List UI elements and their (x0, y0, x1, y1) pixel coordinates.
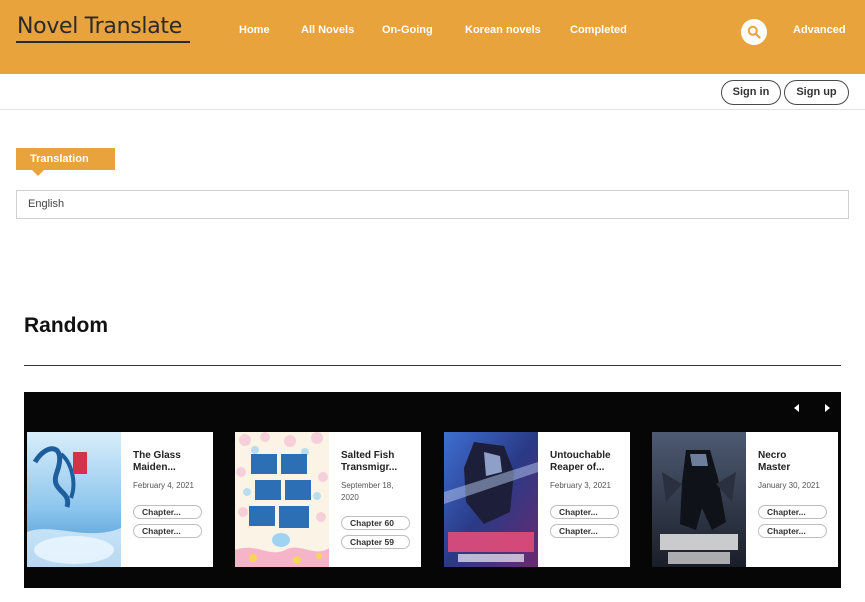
novel-cover-image[interactable] (652, 432, 746, 567)
nav-completed[interactable]: Completed (570, 24, 627, 36)
translation-label-pointer (32, 170, 44, 176)
novel-card[interactable]: Salted Fish Transmigr... September 18, 2… (235, 432, 421, 567)
novel-title[interactable]: The Glass Maiden... (133, 450, 207, 474)
nav-home[interactable]: Home (239, 24, 270, 36)
caret-right-icon (825, 404, 830, 412)
novel-date: February 4, 2021 (133, 481, 194, 490)
novel-date: September 18, 2020 (341, 481, 394, 502)
translation-label: Translation (16, 148, 115, 170)
random-novels-slider: The Glass Maiden... February 4, 2021 Cha… (24, 392, 841, 588)
chapter-link[interactable]: Chapter... (550, 524, 619, 538)
chapter-link[interactable]: Chapter 60 (341, 516, 410, 530)
novel-card[interactable]: Untouchable Reaper of... February 3, 202… (444, 432, 630, 567)
nav-korean-novels[interactable]: Korean novels (465, 24, 541, 36)
random-section-title: Random (24, 314, 108, 337)
search-icon (747, 25, 761, 39)
novel-cover-image[interactable] (444, 432, 538, 567)
chapter-link[interactable]: Chapter... (550, 505, 619, 519)
chapter-link[interactable]: Chapter... (758, 524, 827, 538)
advanced-search-link[interactable]: Advanced (793, 24, 846, 36)
slider-prev-button[interactable] (790, 401, 804, 415)
novel-date: February 3, 2021 (550, 481, 611, 490)
caret-left-icon (794, 404, 799, 412)
novel-cover-image[interactable] (235, 432, 329, 567)
novel-title[interactable]: Necro Master (758, 450, 832, 474)
sign-in-button[interactable]: Sign in (721, 80, 781, 105)
sign-up-button[interactable]: Sign up (784, 80, 849, 105)
language-select[interactable]: English (16, 190, 849, 219)
user-bar: Sign in Sign up (0, 74, 865, 110)
novel-cover-image[interactable] (27, 432, 121, 567)
novel-card[interactable]: The Glass Maiden... February 4, 2021 Cha… (27, 432, 213, 567)
slider-next-button[interactable] (820, 401, 834, 415)
chapter-link[interactable]: Chapter 59 (341, 535, 410, 549)
logo-underline (16, 41, 190, 43)
chapter-link[interactable]: Chapter... (133, 524, 202, 538)
nav-all-novels[interactable]: All Novels (301, 24, 354, 36)
chapter-link[interactable]: Chapter... (133, 505, 202, 519)
novel-date: January 30, 2021 (758, 481, 820, 490)
chapter-link[interactable]: Chapter... (758, 505, 827, 519)
nav-on-going[interactable]: On-Going (382, 24, 433, 36)
search-button[interactable] (741, 19, 767, 45)
novel-title[interactable]: Untouchable Reaper of... (550, 450, 624, 474)
site-logo[interactable]: Novel Translate (17, 14, 182, 39)
section-divider (24, 365, 841, 366)
novel-card[interactable]: Necro Master January 30, 2021 Chapter...… (652, 432, 838, 567)
novel-title[interactable]: Salted Fish Transmigr... (341, 450, 415, 474)
site-header: Novel Translate Home All Novels On-Going… (0, 0, 865, 74)
